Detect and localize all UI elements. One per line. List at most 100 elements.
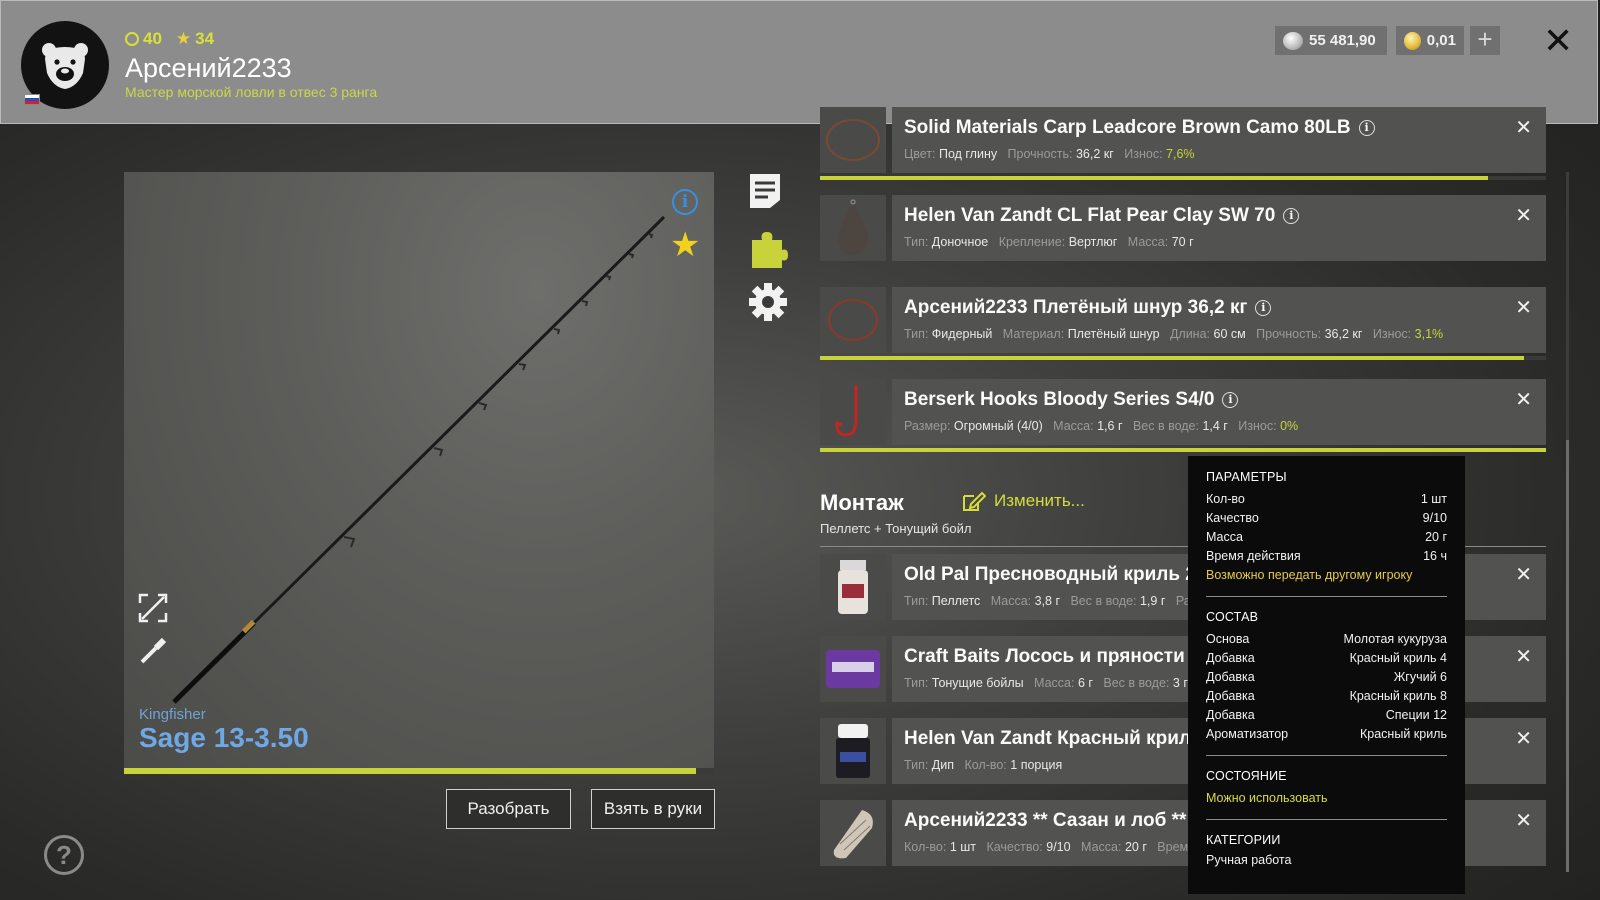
- tooltip-state-title: СОСТОЯНИЕ: [1206, 769, 1287, 783]
- item-name: Арсений2233 ** Сазан и лоб **: [904, 810, 1187, 831]
- scrollbar-thumb[interactable]: [1566, 440, 1569, 872]
- row-label: Масса: [1206, 530, 1243, 544]
- player-rank: 34: [195, 29, 215, 48]
- tooltip-categories-title: КАТЕГОРИИ: [1206, 833, 1281, 847]
- gear-item-braid[interactable]: Арсений2233 Плетёный шнур 36,2 кг i Тип: …: [820, 287, 1546, 360]
- edit-montage-label: Изменить...: [994, 491, 1085, 510]
- prop-label: Масса:: [1127, 235, 1169, 249]
- item-name: Helen Van Zandt CL Flat Pear Clay SW 70 i: [904, 205, 1300, 227]
- row-label: Добавка: [1206, 651, 1255, 665]
- info-icon[interactable]: i: [1222, 392, 1239, 408]
- gear-item-leadcore[interactable]: Solid Materials Carp Leadcore Brown Camo…: [820, 107, 1546, 180]
- tooltip-transfer-note: Возможно передать другому игроку: [1206, 568, 1413, 582]
- prop-value: 3,1%: [1414, 327, 1444, 341]
- item-props: Кол-во: 1 шт Качество: 9/10 Масса: 20 г …: [904, 840, 1195, 854]
- prop-value: Тонущие бойлы: [931, 676, 1024, 690]
- prop-value: 1,6 г: [1097, 419, 1123, 433]
- boilie-pack-icon: [826, 650, 880, 688]
- remove-item-button[interactable]: ✕: [1515, 562, 1532, 587]
- tooltip-row: Ароматизатор Красный криль: [1206, 725, 1447, 744]
- remove-item-button[interactable]: ✕: [1515, 726, 1532, 751]
- prop-label: Кол-во:: [904, 840, 947, 854]
- prop-label: Длина:: [1169, 327, 1211, 341]
- remove-item-button[interactable]: ✕: [1515, 295, 1532, 320]
- player-title: Мастер морской ловли в отвес 3 ранга: [125, 84, 378, 100]
- tooltip-divider: [1206, 755, 1447, 756]
- prop-label: Масса:: [1053, 419, 1094, 433]
- row-label: Время действия: [1206, 549, 1301, 563]
- prop-label: Кол-во:: [964, 758, 1007, 772]
- prop-value: Вертлюг: [1068, 235, 1118, 249]
- item-body: Арсений2233 Плетёный шнур 36,2 кг i Тип: …: [892, 287, 1546, 353]
- item-name-text: Solid Materials Carp Leadcore Brown Camo…: [904, 117, 1351, 138]
- remove-item-button[interactable]: ✕: [1515, 644, 1532, 669]
- gear-item-hook[interactable]: Berserk Hooks Bloody Series S4/0 i Размер…: [820, 379, 1546, 452]
- item-thumbnail: [820, 195, 886, 261]
- info-icon[interactable]: i: [1255, 300, 1272, 316]
- prop-label: Тип:: [904, 758, 929, 772]
- prop-label: Тип:: [904, 235, 929, 249]
- prop-value: Плетёный шнур: [1067, 327, 1160, 341]
- info-icon[interactable]: i: [672, 189, 698, 215]
- document-icon[interactable]: [748, 172, 782, 210]
- row-value: 9/10: [1422, 511, 1447, 525]
- prop-value: 20 г: [1124, 840, 1147, 854]
- expand-icon[interactable]: [138, 593, 168, 623]
- country-flag-icon: [24, 94, 40, 105]
- remove-item-button[interactable]: ✕: [1515, 808, 1532, 833]
- gear-item-sinker[interactable]: Helen Van Zandt CL Flat Pear Clay SW 70 i…: [820, 195, 1546, 261]
- help-icon[interactable]: ?: [44, 835, 84, 875]
- remove-item-button[interactable]: ✕: [1515, 203, 1532, 228]
- brush-icon[interactable]: [138, 636, 168, 666]
- prop-value: Под глину: [938, 147, 998, 161]
- prop-label: Размер:: [904, 419, 951, 433]
- hook-icon: [835, 385, 858, 437]
- wear-fill: [820, 448, 1546, 452]
- row-value: Красный криль 4: [1349, 651, 1447, 665]
- row-label: Добавка: [1206, 689, 1255, 703]
- item-body: Solid Materials Carp Leadcore Brown Camo…: [892, 107, 1546, 173]
- rod-brand: Kingfisher: [139, 706, 206, 723]
- prop-label: Крепление:: [998, 235, 1066, 249]
- wear-fill: [820, 356, 1525, 360]
- item-props: Тип: Дип Кол-во: 1 порция: [904, 758, 1062, 772]
- row-label: Кол-во: [1206, 492, 1245, 506]
- player-name: Арсений2233: [125, 53, 292, 83]
- item-body: Helen Van Zandt CL Flat Pear Clay SW 70 i…: [892, 195, 1546, 261]
- gold-amount: 0,01: [1426, 32, 1456, 49]
- rod-preview[interactable]: [124, 172, 714, 769]
- rod-name: Sage 13-3.50: [139, 722, 309, 753]
- gear-icon[interactable]: [748, 282, 788, 322]
- row-value: Жгучий 6: [1393, 670, 1447, 684]
- rank-star-icon: ★: [175, 29, 192, 48]
- item-name-text: Арсений2233 Плетёный шнур 36,2 кг: [904, 297, 1248, 318]
- item-name-text: Berserk Hooks Bloody Series S4/0: [904, 389, 1215, 410]
- item-name: Berserk Hooks Bloody Series S4/0 i: [904, 389, 1239, 411]
- remove-item-button[interactable]: ✕: [1515, 387, 1532, 412]
- tooltip-row: Добавка Красный криль 4: [1206, 649, 1447, 668]
- puzzle-icon[interactable]: [748, 228, 788, 268]
- bear-avatar-icon: [42, 43, 88, 89]
- favorite-star-icon[interactable]: ★: [670, 228, 700, 262]
- silver-coins-icon: [1283, 31, 1303, 50]
- info-icon[interactable]: i: [1358, 120, 1375, 136]
- row-value: Специи 12: [1385, 708, 1447, 722]
- edit-montage-button[interactable]: Изменить...: [962, 490, 1085, 512]
- row-label: Основа: [1206, 632, 1250, 646]
- add-currency-button[interactable]: +: [1470, 26, 1500, 55]
- row-value: 20 г: [1425, 530, 1447, 544]
- prop-value: 36,2 кг: [1075, 147, 1114, 161]
- remove-item-button[interactable]: ✕: [1515, 115, 1532, 140]
- row-label: Добавка: [1206, 670, 1255, 684]
- prop-label: Качество:: [986, 840, 1043, 854]
- prop-value: 1 шт: [949, 840, 977, 854]
- take-in-hands-button[interactable]: Взять в руки: [591, 789, 715, 829]
- prop-value: 70 г: [1171, 235, 1194, 249]
- list-scrollbar[interactable]: [1566, 172, 1569, 872]
- disassemble-button[interactable]: Разобрать: [446, 789, 571, 829]
- item-props: Тип: Тонущие бойлы Масса: 6 г Вес в воде…: [904, 676, 1188, 690]
- info-icon[interactable]: i: [1283, 208, 1300, 224]
- close-button[interactable]: ✕: [1543, 23, 1573, 59]
- prop-value: 3 г: [1172, 676, 1188, 690]
- prop-value: 36,2 кг: [1324, 327, 1363, 341]
